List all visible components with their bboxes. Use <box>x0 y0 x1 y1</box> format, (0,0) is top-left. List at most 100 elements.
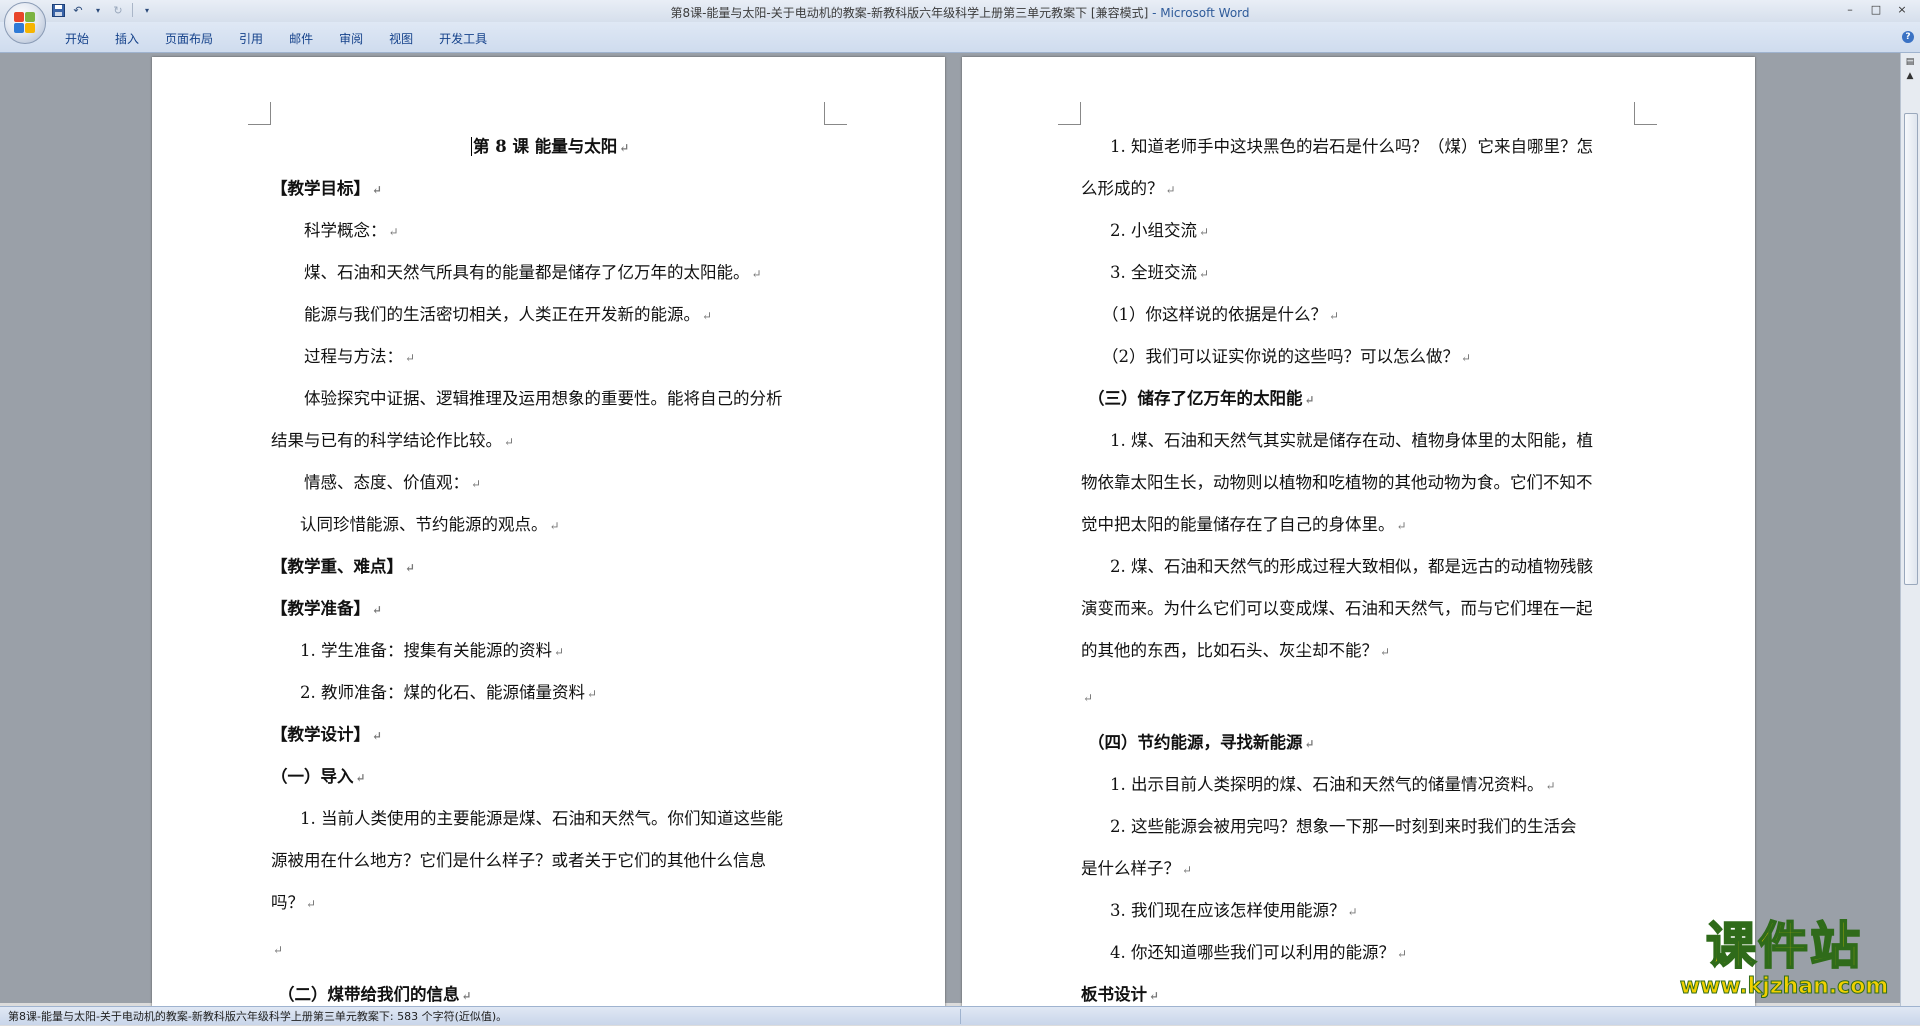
paragraph: 么形成的？ ↵ <box>1081 175 1176 199</box>
paragraph-text: 3. 全班交流 <box>1110 263 1197 282</box>
paragraph-mark: ↵ <box>1304 393 1315 407</box>
paragraph-text: 觉中把太阳的能量储存在了自己的身体里。 <box>1081 515 1395 534</box>
paragraph: 的其他的东西，比如石头、灰尘却不能？ ↵ <box>1081 637 1390 661</box>
paragraph-mark: ↵ <box>1396 519 1407 533</box>
paragraph: 1. 煤、石油和天然气其实就是储存在动、植物身体里的太阳能，植 <box>1110 427 1593 451</box>
scroll-up-icon[interactable]: ▲ <box>1901 71 1919 85</box>
ribbon-tabs: 开始 插入 页面布局 引用 邮件 审阅 视图 开发工具 <box>52 28 500 49</box>
watermark-title: 课件站 <box>1705 917 1862 975</box>
paragraph-mark: ↵ <box>554 645 565 659</box>
document-workspace: 第 8 课 能量与太阳 ↵ 【教学目标】 ↵ 科学概念： ↵ 煤、石油和天然气所具有的… <box>0 53 1900 1007</box>
paragraph: （三）储存了亿万年的太阳能 ↵ <box>1088 385 1315 409</box>
paragraph-mark: ↵ <box>372 729 383 743</box>
status-text: 第8课-能量与太阳-关于电动机的教案-新教科版六年级科学上册第三单元教案下: 5… <box>8 1010 508 1023</box>
paragraph-text: 煤、石油和天然气所具有的能量都是储存了亿万年的太阳能。 <box>304 263 750 282</box>
window-controls: – □ × <box>1838 2 1914 18</box>
office-logo-icon <box>14 12 36 34</box>
paragraph: 煤、石油和天然气所具有的能量都是储存了亿万年的太阳能。 ↵ <box>304 259 762 283</box>
paragraph-mark: ↵ <box>372 183 383 197</box>
maximize-button[interactable]: □ <box>1864 2 1888 18</box>
paragraph: 3. 全班交流 ↵ <box>1110 259 1209 283</box>
paragraph: 物依靠太阳生长，动物则以植物和吃植物的其他动物为食。它们不知不 <box>1081 469 1593 493</box>
paragraph-text: 1. 当前人类使用的主要能源是煤、石油和天然气。你们知道这些能 <box>300 809 783 828</box>
paragraph-text: 1. 出示目前人类探明的煤、石油和天然气的储量情况资料。 <box>1110 775 1544 794</box>
paragraph-text: （三）储存了亿万年的太阳能 <box>1088 389 1303 408</box>
paragraph: 1. 当前人类使用的主要能源是煤、石油和天然气。你们知道这些能 <box>300 805 783 829</box>
paragraph: （二）煤带给我们的信息 ↵ <box>278 981 472 1005</box>
scrollbar-thumb[interactable] <box>1904 113 1918 585</box>
tab-review[interactable]: 审阅 <box>326 28 376 49</box>
paragraph: 1. 知道老师手中这块黑色的岩石是什么吗？（煤）它来自哪里？怎 <box>1110 133 1593 157</box>
crop-mark <box>824 102 847 125</box>
paragraph-mark: ↵ <box>471 477 482 491</box>
paragraph-text: 体验探究中证据、逻辑推理及运用想象的重要性。能将自己的分析 <box>304 389 783 408</box>
tab-insert[interactable]: 插入 <box>102 28 152 49</box>
paragraph-text: 【教学重、难点】 <box>271 557 403 576</box>
paragraph: 【教学设计】 ↵ <box>271 721 382 745</box>
paragraph-text: 么形成的？ <box>1081 179 1164 198</box>
paragraph-text: 2. 煤、石油和天然气的形成过程大致相似，都是远古的动植物残骸 <box>1110 557 1593 576</box>
paragraph-text: 源被用在什么地方？它们是什么样子？或者关于它们的其他什么信息 <box>271 851 766 870</box>
paragraph-mark: ↵ <box>273 943 284 957</box>
paragraph-text: 吗？ <box>271 893 304 912</box>
paragraph-mark: ↵ <box>405 561 416 575</box>
paragraph-mark: ↵ <box>1347 905 1358 919</box>
paragraph-mark: ↵ <box>1083 691 1094 705</box>
paragraph-mark: ↵ <box>1380 645 1391 659</box>
title-bar: ↶ ▾ ↻ ▾ 第8课-能量与太阳-关于电动机的教案-新教科版六年级科学上册第三… <box>0 0 1920 23</box>
paragraph: 是什么样子？ ↵ <box>1081 855 1192 879</box>
vertical-scrollbar[interactable]: ▤ ▲ <box>1900 53 1920 1008</box>
paragraph-mark: ↵ <box>549 519 560 533</box>
paragraph-mark: ↵ <box>1545 779 1556 793</box>
paragraph-mark: ↵ <box>1461 351 1472 365</box>
paragraph-mark: ↵ <box>405 351 416 365</box>
tab-home[interactable]: 开始 <box>52 28 102 49</box>
status-divider <box>960 1009 961 1024</box>
paragraph: 吗？ ↵ <box>271 889 316 913</box>
tab-references[interactable]: 引用 <box>226 28 276 49</box>
paragraph: 情感、态度、价值观： ↵ <box>304 469 481 493</box>
paragraph-text: （2）我们可以证实你说的这些吗？可以怎么做？ <box>1102 347 1459 366</box>
paragraph-text: 情感、态度、价值观： <box>304 473 469 492</box>
tab-developer[interactable]: 开发工具 <box>426 28 500 49</box>
page-left[interactable]: 第 8 课 能量与太阳 ↵ 【教学目标】 ↵ 科学概念： ↵ 煤、石油和天然气所具有的… <box>152 57 945 1007</box>
paragraph-mark: ↵ <box>372 603 383 617</box>
paragraph-mark: ↵ <box>1397 947 1408 961</box>
paragraph-text: 【教学目标】 <box>271 179 370 198</box>
paragraph-text: 【教学设计】 <box>271 725 370 744</box>
paragraph-text: （1）你这样说的依据是什么？ <box>1102 305 1327 324</box>
paragraph: （1）你这样说的依据是什么？ ↵ <box>1102 301 1339 325</box>
paragraph-text: 板书设计 <box>1081 985 1147 1004</box>
paragraph-mark: ↵ <box>306 897 317 911</box>
paragraph-text: 科学概念： <box>304 221 387 240</box>
paragraph: 【教学准备】 ↵ <box>271 595 382 619</box>
page-right[interactable]: 1. 知道老师手中这块黑色的岩石是什么吗？（煤）它来自哪里？怎 么形成的？ ↵ 2… <box>962 57 1755 1007</box>
paragraph-text: （一）导入 <box>271 767 354 786</box>
help-icon[interactable]: ? <box>1902 31 1914 43</box>
paragraph-text: 1. 知道老师手中这块黑色的岩石是什么吗？（煤）它来自哪里？怎 <box>1110 137 1593 156</box>
close-button[interactable]: × <box>1890 2 1914 18</box>
document-title-heading: 第 8 课 能量与太阳 ↵ <box>471 133 629 157</box>
paragraph-mark: ↵ <box>388 225 399 239</box>
paragraph: 【教学目标】 ↵ <box>271 175 382 199</box>
paragraph: 2. 小组交流 ↵ <box>1110 217 1209 241</box>
paragraph-mark: ↵ <box>1182 863 1193 877</box>
ruler-toggle-icon[interactable]: ▤ <box>1901 57 1919 71</box>
tab-page-layout[interactable]: 页面布局 <box>152 28 226 49</box>
minimize-button[interactable]: – <box>1838 2 1862 18</box>
office-button[interactable] <box>4 2 46 44</box>
tab-view[interactable]: 视图 <box>376 28 426 49</box>
watermark-logo: 课件站 www.kjzhan.com <box>1668 917 1900 1008</box>
window-title: 第8课-能量与太阳-关于电动机的教案-新教科版六年级科学上册第三单元教案下 [兼… <box>0 4 1920 21</box>
paragraph-text: 4. 你还知道哪些我们可以利用的能源？ <box>1110 943 1395 962</box>
paragraph: 过程与方法： ↵ <box>304 343 415 367</box>
paragraph: 2. 这些能源会被用完吗？想象一下那一时刻到来时我们的生活会 <box>1110 813 1577 837</box>
crop-mark <box>1634 102 1657 125</box>
paragraph-text: 演变而来。为什么它们可以变成煤、石油和天然气，而与它们埋在一起 <box>1081 599 1593 618</box>
paragraph-mark: ↵ <box>1149 989 1160 1003</box>
paragraph-mark: ↵ <box>504 435 515 449</box>
tab-mailings[interactable]: 邮件 <box>276 28 326 49</box>
lesson-title: 第 8 课 能量与太阳 <box>473 137 618 156</box>
ribbon-tab-bar: 开始 插入 页面布局 引用 邮件 审阅 视图 开发工具 ? <box>0 22 1920 53</box>
paragraph: 源被用在什么地方？它们是什么样子？或者关于它们的其他什么信息 <box>271 847 766 871</box>
